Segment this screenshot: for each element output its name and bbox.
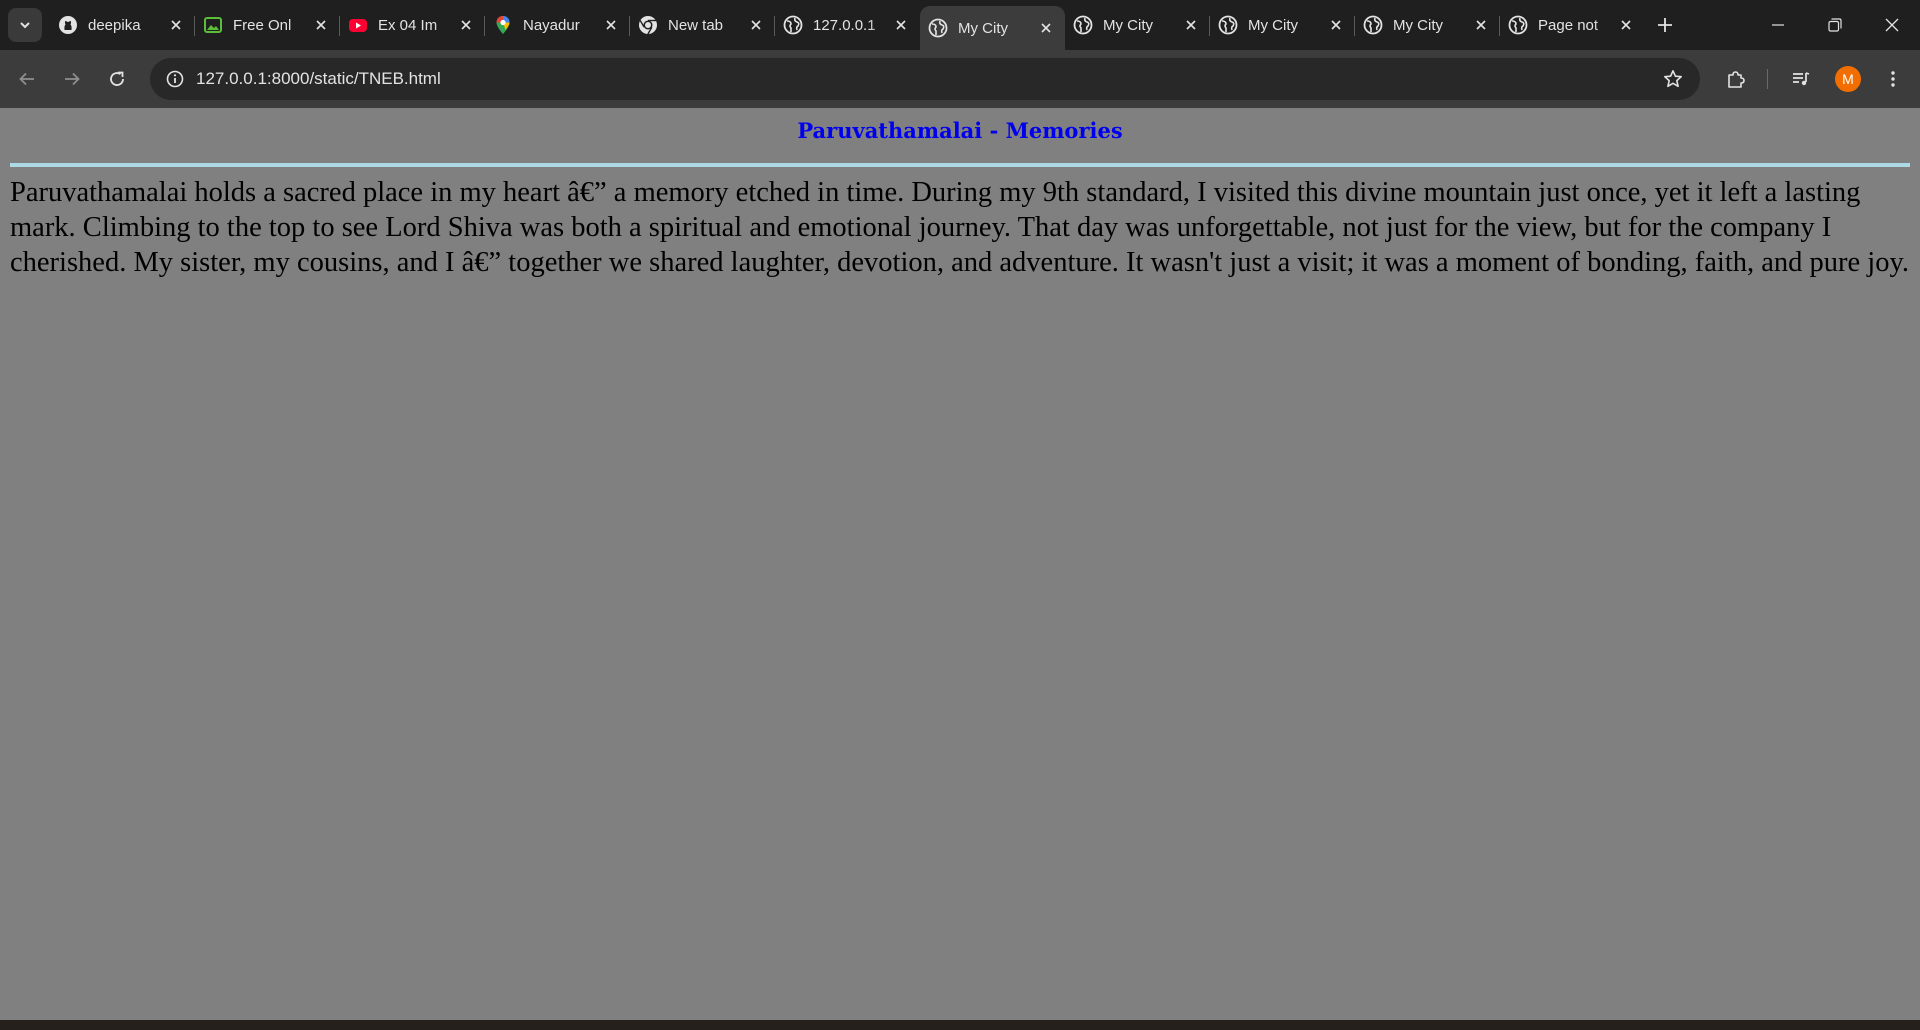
extensions-button[interactable] <box>1721 64 1751 94</box>
globe-icon <box>1508 15 1528 35</box>
tab-search-button[interactable] <box>8 8 42 42</box>
tab[interactable]: Ex 04 Im <box>340 6 485 44</box>
os-taskbar-edge <box>0 1020 1920 1030</box>
tab-title: Page not <box>1538 16 1599 34</box>
forward-button[interactable] <box>57 64 87 94</box>
tab-title: My City <box>958 19 1008 37</box>
globe-icon <box>1073 15 1093 35</box>
close-icon[interactable] <box>747 16 765 34</box>
tab-title: New tab <box>668 16 724 34</box>
tab-title: Ex 04 Im <box>378 16 438 34</box>
profile-avatar[interactable]: M <box>1835 66 1861 92</box>
page-viewport: Paruvathamalai - Memories Paruvathamalai… <box>0 108 1920 1020</box>
horizontal-rule <box>10 163 1910 167</box>
tab[interactable]: 127.0.0.1 <box>775 6 920 44</box>
chevron-down-icon <box>20 22 30 29</box>
tab[interactable]: My City <box>1065 6 1210 44</box>
close-icon[interactable] <box>457 16 475 34</box>
media-controls-button[interactable] <box>1786 64 1816 94</box>
plus-icon <box>1658 18 1672 32</box>
tab-title: My City <box>1103 16 1153 34</box>
tab[interactable]: Page not <box>1500 6 1645 44</box>
globe-icon <box>783 15 803 35</box>
puzzle-icon <box>1728 71 1745 88</box>
tab[interactable]: My City <box>1355 6 1500 44</box>
star-icon <box>1664 70 1682 88</box>
tab-list: deepika Free Onl Ex 04 Im Nayadur New ta… <box>50 6 1645 50</box>
close-icon <box>1885 18 1898 32</box>
tab[interactable]: My City <box>1210 6 1355 44</box>
page-heading: Paruvathamalai - Memories <box>797 118 1123 143</box>
browser-toolbar: 127.0.0.1:8000/static/TNEB.html <box>0 50 1920 108</box>
more-vertical-icon <box>1891 71 1895 87</box>
tab-title: Nayadur <box>523 16 580 34</box>
reload-icon <box>110 71 124 86</box>
globe-icon <box>1218 15 1238 35</box>
minimize-button[interactable] <box>1749 0 1806 50</box>
arrow-right-icon <box>65 72 80 86</box>
info-icon <box>166 70 184 88</box>
media-queue-icon <box>1793 72 1810 86</box>
restore-icon <box>1827 18 1842 32</box>
window-controls <box>1749 0 1920 50</box>
close-icon[interactable] <box>602 16 620 34</box>
globe-icon <box>928 18 948 38</box>
tab-title: My City <box>1393 16 1443 34</box>
new-tab-button[interactable] <box>1650 10 1680 40</box>
tab-strip: deepika Free Onl Ex 04 Im Nayadur New ta… <box>0 0 1920 50</box>
site-info-button[interactable] <box>160 64 190 94</box>
close-icon[interactable] <box>312 16 330 34</box>
tab-title: 127.0.0.1 <box>813 16 876 34</box>
close-icon[interactable] <box>1182 16 1200 34</box>
chrome-icon <box>638 15 658 35</box>
arrow-left-icon <box>19 72 34 86</box>
minimize-icon <box>1771 24 1784 26</box>
close-icon[interactable] <box>1037 19 1055 37</box>
browser-window: deepika Free Onl Ex 04 Im Nayadur New ta… <box>0 0 1920 1030</box>
page-paragraph: Paruvathamalai holds a sacred place in m… <box>10 177 1909 278</box>
tab-title: Free Onl <box>233 16 292 34</box>
tab[interactable]: Free Onl <box>195 6 340 44</box>
close-icon[interactable] <box>167 16 185 34</box>
close-icon[interactable] <box>1327 16 1345 34</box>
tab[interactable]: deepika <box>50 6 195 44</box>
close-window-button[interactable] <box>1863 0 1920 50</box>
tab-title: deepika <box>88 16 141 34</box>
close-icon[interactable] <box>892 16 910 34</box>
image-app-icon <box>203 15 223 35</box>
url-text[interactable]: 127.0.0.1:8000/static/TNEB.html <box>196 58 441 100</box>
menu-button[interactable] <box>1878 64 1908 94</box>
maps-pin-icon <box>493 15 513 35</box>
toolbar-divider <box>1767 69 1768 89</box>
globe-icon <box>1363 15 1383 35</box>
address-bar[interactable]: 127.0.0.1:8000/static/TNEB.html <box>150 58 1700 100</box>
bookmark-button[interactable] <box>1658 64 1688 94</box>
reload-button[interactable] <box>102 64 132 94</box>
github-icon <box>58 15 78 35</box>
tab-title: My City <box>1248 16 1298 34</box>
back-button[interactable] <box>12 64 42 94</box>
close-icon[interactable] <box>1617 16 1635 34</box>
tab[interactable]: Nayadur <box>485 6 630 44</box>
youtube-icon <box>348 15 368 35</box>
tab-active[interactable]: My City <box>920 6 1065 50</box>
restore-button[interactable] <box>1806 0 1863 50</box>
tab[interactable]: New tab <box>630 6 775 44</box>
close-icon[interactable] <box>1472 16 1490 34</box>
avatar-initial: M <box>1842 71 1854 87</box>
